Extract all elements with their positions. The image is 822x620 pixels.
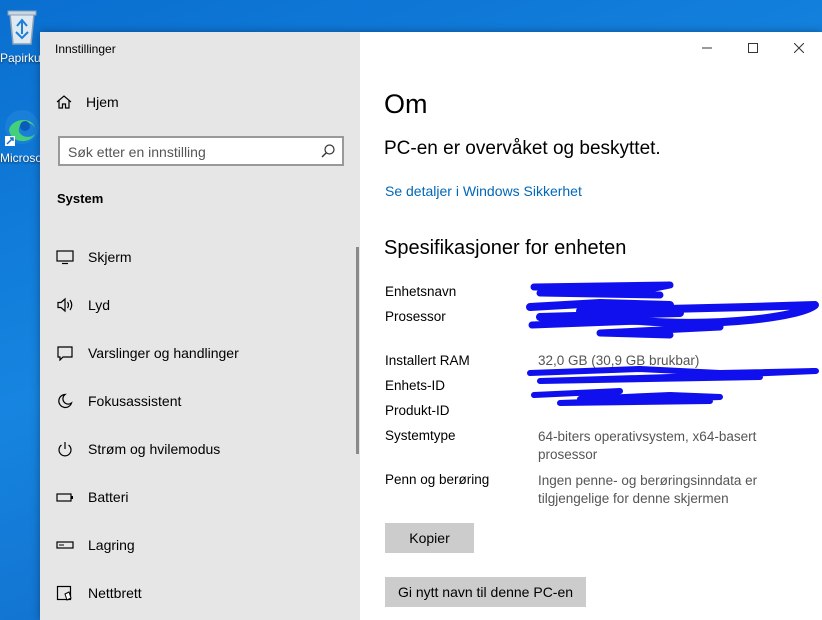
battery-icon — [56, 488, 74, 506]
sidebar-item-lagring[interactable]: Lagring — [40, 521, 356, 569]
search-box[interactable] — [58, 136, 344, 166]
spec-label-ram: Installert RAM — [385, 353, 470, 368]
sidebar-nav-list: Skjerm Lyd Varslinger og handlinger Foku… — [40, 233, 356, 617]
spec-label-device-name: Enhetsnavn — [385, 284, 457, 299]
monitor-icon — [56, 248, 74, 266]
recycle-bin-label: Papirkurv — [0, 51, 44, 65]
spec-value-ram: 32,0 GB (30,9 GB brukbar) — [538, 353, 700, 368]
home-icon — [56, 95, 72, 109]
storage-icon — [56, 536, 74, 554]
sidebar-item-fokusassistent[interactable]: Fokusassistent — [40, 377, 356, 425]
close-button[interactable] — [776, 32, 822, 64]
spec-value-system-type: 64-biters operativsystem, x64-basert pro… — [538, 429, 757, 462]
sidebar-item-label: Varslinger og handlinger — [88, 345, 239, 361]
speaker-icon — [56, 296, 74, 314]
settings-sidebar: Innstillinger Hjem System Skjerm — [40, 32, 360, 620]
moon-icon — [56, 392, 74, 410]
sidebar-item-varslinger[interactable]: Varslinger og handlinger — [40, 329, 356, 377]
sidebar-item-strom[interactable]: Strøm og hvilemodus — [40, 425, 356, 473]
spec-label-device-id: Enhets-ID — [385, 378, 446, 393]
sidebar-item-skjerm[interactable]: Skjerm — [40, 233, 356, 281]
power-icon — [56, 440, 74, 458]
recycle-bin-icon — [7, 10, 37, 45]
window-title: Innstillinger — [55, 42, 116, 56]
sidebar-item-label: Strøm og hvilemodus — [88, 441, 221, 457]
sidebar-section-title: System — [57, 191, 104, 206]
edge-label: Microsoft Edge — [0, 151, 44, 165]
sidebar-scrollbar[interactable] — [356, 247, 359, 454]
sidebar-item-nettbrett[interactable]: Nettbrett — [40, 569, 356, 617]
edge-desktop-icon[interactable]: Microsoft Edge — [0, 108, 44, 165]
sidebar-item-label: Nettbrett — [88, 585, 142, 601]
tablet-icon — [56, 584, 74, 602]
sidebar-item-home[interactable]: Hjem — [56, 94, 119, 110]
maximize-icon — [748, 43, 758, 53]
spec-label-pen-touch: Penn og berøring — [385, 472, 490, 487]
window-controls — [684, 32, 822, 64]
security-details-link[interactable]: Se detaljer i Windows Sikkerhet — [385, 183, 582, 199]
copy-button[interactable]: Kopier — [385, 523, 474, 553]
maximize-button[interactable] — [730, 32, 776, 64]
protection-status: PC-en er overvåket og beskyttet. — [384, 138, 661, 159]
search-input[interactable] — [60, 138, 310, 166]
sidebar-item-label: Lyd — [88, 297, 111, 313]
rename-pc-button[interactable]: Gi nytt navn til denne PC-en — [385, 577, 586, 607]
spec-label-product-id: Produkt-ID — [385, 403, 450, 418]
settings-window: Innstillinger Hjem System Skjerm — [40, 32, 822, 620]
home-label: Hjem — [86, 94, 119, 110]
close-icon — [794, 43, 804, 53]
sidebar-item-label: Skjerm — [88, 249, 132, 265]
spec-label-system-type: Systemtype — [385, 428, 456, 443]
page-title: Om — [384, 89, 428, 119]
specs-heading: Spesifikasjoner for enheten — [384, 237, 627, 259]
recycle-bin-desktop-icon[interactable]: Papirkurv — [0, 6, 44, 65]
minimize-button[interactable] — [684, 32, 730, 64]
edge-browser-icon — [5, 110, 39, 146]
minimize-icon — [702, 47, 712, 49]
about-page: Om PC-en er overvåket og beskyttet. Se d… — [360, 32, 822, 620]
sidebar-item-lyd[interactable]: Lyd — [40, 281, 356, 329]
sidebar-item-label: Batteri — [88, 489, 129, 505]
sidebar-item-batteri[interactable]: Batteri — [40, 473, 356, 521]
sidebar-item-label: Lagring — [88, 537, 135, 553]
search-icon[interactable] — [320, 143, 336, 159]
spec-value-pen-touch: Ingen penne- og berøringsinndata er tilg… — [538, 473, 758, 506]
sidebar-item-label: Fokusassistent — [88, 393, 182, 409]
spec-label-processor: Prosessor — [385, 309, 446, 324]
notification-icon — [56, 344, 74, 362]
